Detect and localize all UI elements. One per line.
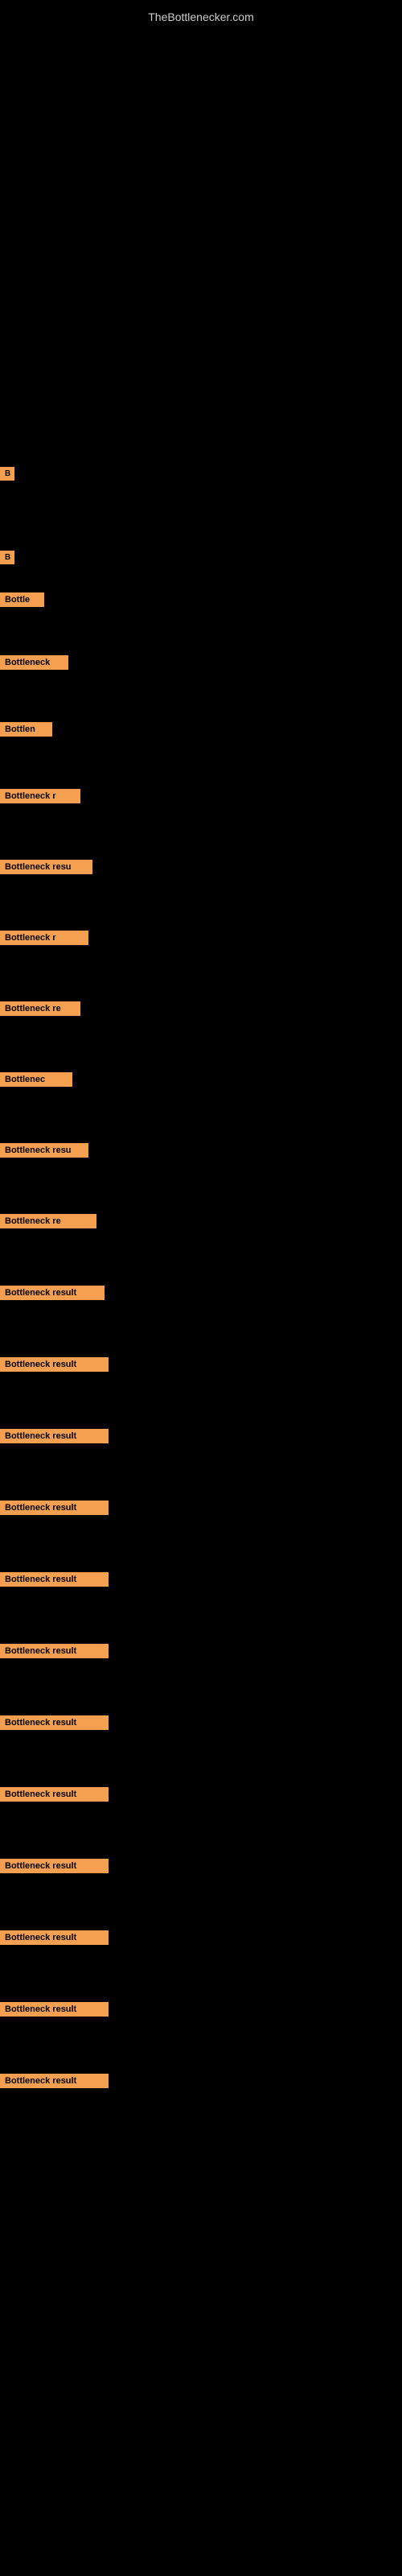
list-item: B — [0, 551, 402, 568]
list-item: Bottleneck result — [0, 2073, 402, 2088]
list-item: Bottleneck r — [0, 931, 402, 949]
bottleneck-label: Bottleneck result — [0, 1859, 109, 1873]
bottleneck-label: Bottlen — [0, 722, 52, 737]
bottleneck-label: Bottle — [0, 592, 44, 607]
list-item: Bottlen — [0, 722, 402, 741]
bottleneck-label: Bottleneck re — [0, 1001, 80, 1016]
list-item: Bottleneck result — [0, 1643, 402, 1658]
bottleneck-label: Bottleneck result — [0, 1715, 109, 1730]
list-item: Bottlenec — [0, 1072, 402, 1091]
bottleneck-label: Bottleneck result — [0, 1286, 105, 1300]
list-item: Bottleneck result — [0, 1786, 402, 1802]
list-item: Bottleneck result — [0, 1500, 402, 1515]
list-item: Bottleneck re — [0, 1001, 402, 1020]
list-item: Bottleneck result — [0, 1571, 402, 1587]
bottleneck-label: Bottleneck result — [0, 1572, 109, 1587]
site-title: TheBottlenecker.com — [0, 4, 402, 30]
bottleneck-label: Bottleneck r — [0, 789, 80, 803]
bottleneck-label: Bottleneck resu — [0, 1143, 88, 1158]
list-item: Bottle — [0, 592, 402, 611]
bottleneck-label: Bottleneck result — [0, 2074, 109, 2088]
bottleneck-label: Bottleneck — [0, 655, 68, 670]
bottleneck-label: Bottleneck result — [0, 1429, 109, 1443]
bottleneck-label: Bottleneck result — [0, 1357, 109, 1372]
list-item: Bottleneck result — [0, 2001, 402, 2017]
bottleneck-label: B — [0, 467, 14, 481]
bottleneck-label: Bottleneck result — [0, 1501, 109, 1515]
list-item: Bottleneck result — [0, 1858, 402, 1873]
list-item: Bottleneck r — [0, 789, 402, 807]
bottleneck-labels-container: B | B Bottle Bottleneck Bottlen Bottlene… — [0, 467, 402, 2145]
bottleneck-label: B — [0, 551, 14, 564]
list-item: Bottleneck re — [0, 1214, 402, 1232]
list-item: Bottleneck resu — [0, 860, 402, 878]
bottleneck-label: Bottleneck resu — [0, 860, 92, 874]
list-item: Bottleneck result — [0, 1285, 402, 1300]
list-item: Bottleneck — [0, 655, 402, 674]
list-item: Bottleneck resu — [0, 1143, 402, 1162]
bottleneck-label: Bottlenec — [0, 1072, 72, 1087]
list-item: B — [0, 467, 402, 485]
bottleneck-label: | — [0, 509, 10, 522]
bottleneck-label: Bottleneck result — [0, 2002, 109, 2017]
bottleneck-label: Bottleneck result — [0, 1787, 109, 1802]
list-item: Bottleneck result — [0, 1715, 402, 1730]
list-item: | — [0, 509, 402, 526]
list-item: Bottleneck result — [0, 1930, 402, 1945]
list-item: Bottleneck result — [0, 1428, 402, 1443]
list-item: Bottleneck result — [0, 1356, 402, 1372]
bottleneck-label: Bottleneck result — [0, 1930, 109, 1945]
bottleneck-label: Bottleneck re — [0, 1214, 96, 1228]
bottleneck-label: Bottleneck result — [0, 1644, 109, 1658]
bottleneck-label: Bottleneck r — [0, 931, 88, 945]
